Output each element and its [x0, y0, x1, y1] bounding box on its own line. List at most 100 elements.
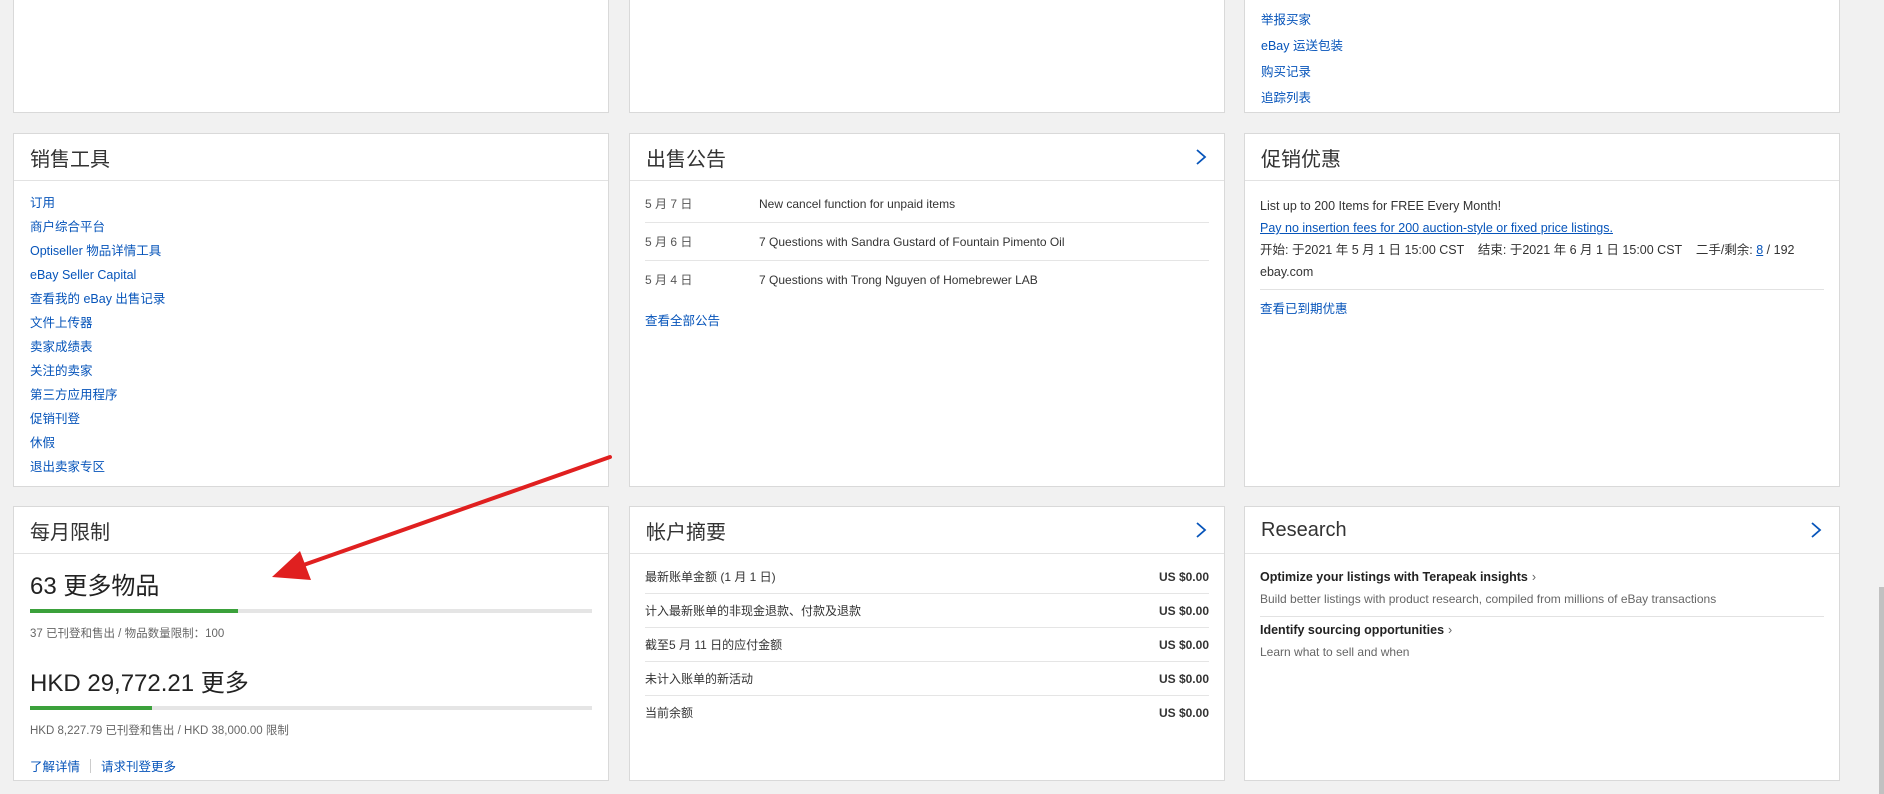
- announcement-row[interactable]: 5 月 6 日 7 Questions with Sandra Gustard …: [645, 223, 1209, 261]
- announcement-row[interactable]: 5 月 7 日 New cancel function for unpaid i…: [645, 185, 1209, 223]
- account-row-amount: US $0.00: [1158, 705, 1209, 720]
- chevron-right-icon: ›: [1448, 623, 1453, 637]
- monthly-limits-title: 每月限制: [30, 521, 110, 544]
- announcements-title: 出售公告: [646, 148, 726, 171]
- account-row: 当前余额 US $0.00: [645, 696, 1209, 729]
- announcement-text[interactable]: 7 Questions with Sandra Gustard of Fount…: [759, 235, 1065, 249]
- account-row-label: 截至5 月 11 日的应付金额: [645, 638, 783, 652]
- amount-progress-bar: [30, 706, 592, 710]
- account-row-label: 当前余额: [645, 706, 694, 720]
- card-header: 每月限制: [14, 507, 608, 554]
- account-row-amount: US $0.00: [1158, 569, 1209, 584]
- research-item-desc: Learn what to sell and when: [1260, 645, 1410, 659]
- tool-merchant-platform-link[interactable]: 商户综合平台: [30, 215, 592, 239]
- account-row-label: 未计入账单的新活动: [645, 672, 754, 686]
- scrollbar-thumb[interactable]: [1879, 587, 1884, 794]
- announcement-row[interactable]: 5 月 4 日 7 Questions with Trong Nguyen of…: [645, 261, 1209, 298]
- chevron-right-icon[interactable]: [1194, 148, 1208, 166]
- account-row: 计入最新账单的非现金退款、付款及退款 US $0.00: [645, 594, 1209, 628]
- selling-tools-title: 销售工具: [30, 148, 110, 171]
- card-header: 出售公告: [630, 134, 1224, 181]
- chevron-right-icon[interactable]: [1809, 521, 1823, 539]
- request-more-link[interactable]: 请求刊登更多: [101, 756, 176, 775]
- promotion-terms-link[interactable]: Pay no insertion fees for 200 auction-st…: [1260, 221, 1613, 235]
- view-expired-promotions-link[interactable]: 查看已到期优惠: [1260, 302, 1348, 316]
- tool-third-party-apps-link[interactable]: 第三方应用程序: [30, 383, 592, 407]
- ebay-shipping-supplies-link[interactable]: eBay 运送包装: [1261, 33, 1343, 59]
- research-item-heading[interactable]: Optimize your listings with Terapeak ins…: [1260, 570, 1528, 584]
- monthly-limits-card: 每月限制 63 更多物品 37 已刊登和售出 / 物品数量限制：100 HKD …: [13, 506, 609, 781]
- announcement-date: 5 月 4 日: [645, 273, 693, 287]
- remaining-items: 63 更多物品: [30, 573, 160, 600]
- research-list: Optimize your listings with Terapeak ins…: [1245, 554, 1839, 669]
- research-card: Research Optimize your listings with Ter…: [1244, 506, 1840, 781]
- divider: [1260, 289, 1824, 290]
- tool-promoted-listings-link[interactable]: 促销刊登: [30, 407, 592, 431]
- account-summary-card: 帐户摘要 最新账单金额 (1 月 1 日) US $0.00 计入最新账单的非现…: [629, 506, 1225, 781]
- report-buyer-link[interactable]: 举报买家: [1261, 7, 1343, 33]
- divider: [90, 758, 92, 773]
- promotion-period-text: 开始: 于2021 年 5 月 1 日 15:00 CST 结束: 于2021 …: [1260, 243, 1757, 257]
- account-summary-title: 帐户摘要: [646, 521, 726, 544]
- research-item[interactable]: Optimize your listings with Terapeak ins…: [1260, 564, 1824, 617]
- promotion-site: ebay.com: [1260, 265, 1314, 279]
- account-row-amount: US $0.00: [1158, 637, 1209, 652]
- tool-optiseller-link[interactable]: Optiseller 物品详情工具: [30, 239, 592, 263]
- limits-links: 了解详情 请求刊登更多: [30, 756, 592, 775]
- announcement-date: 5 月 6 日: [645, 235, 693, 249]
- chevron-right-icon: ›: [1531, 570, 1537, 584]
- top-left-card: [13, 0, 609, 113]
- top-right-card: 举报买家 eBay 运送包装 购买记录 追踪列表: [1244, 0, 1840, 113]
- watch-list-link[interactable]: 追踪列表: [1261, 85, 1343, 111]
- amount-note: HKD 8,227.79 已刊登和售出 / HKD 38,000.00 限制: [30, 725, 289, 737]
- limits-body: 63 更多物品 37 已刊登和售出 / 物品数量限制：100 HKD 29,77…: [14, 554, 608, 775]
- promotion-details: List up to 200 Items for FREE Every Mont…: [1245, 181, 1839, 317]
- account-row: 最新账单金额 (1 月 1 日) US $0.00: [645, 560, 1209, 594]
- research-item-desc: Build better listings with product resea…: [1260, 592, 1717, 606]
- amount-progress-fill: [30, 706, 152, 710]
- tool-selling-records-link[interactable]: 查看我的 eBay 出售记录: [30, 287, 592, 311]
- chevron-right-icon[interactable]: [1194, 521, 1208, 539]
- announcement-text[interactable]: New cancel function for unpaid items: [759, 197, 955, 211]
- card-header: 促销优惠: [1245, 134, 1839, 181]
- promotion-period: 开始: 于2021 年 5 月 1 日 15:00 CST 结束: 于2021 …: [1260, 239, 1824, 261]
- promotion-total: / 192: [1763, 243, 1795, 257]
- account-row-amount: US $0.00: [1158, 603, 1209, 618]
- tool-vacation-link[interactable]: 休假: [30, 431, 592, 455]
- announcement-text[interactable]: 7 Questions with Trong Nguyen of Homebre…: [759, 273, 1038, 287]
- announcement-date: 5 月 7 日: [645, 197, 693, 211]
- promotions-title: 促销优惠: [1261, 148, 1341, 171]
- card-header: 销售工具: [14, 134, 608, 181]
- card-header: 帐户摘要: [630, 507, 1224, 554]
- account-row-label: 最新账单金额 (1 月 1 日): [645, 570, 776, 584]
- account-row: 未计入账单的新活动 US $0.00: [645, 662, 1209, 696]
- tool-followed-sellers-link[interactable]: 关注的卖家: [30, 359, 592, 383]
- promotions-card: 促销优惠 List up to 200 Items for FREE Every…: [1244, 133, 1840, 487]
- view-all-announcements-link[interactable]: 查看全部公告: [645, 310, 1209, 329]
- tool-subscriptions-link[interactable]: 订用: [30, 191, 592, 215]
- remaining-amount: HKD 29,772.21 更多: [30, 670, 249, 697]
- account-row-amount: US $0.00: [1158, 671, 1209, 686]
- tool-seller-dashboard-link[interactable]: 卖家成绩表: [30, 335, 592, 359]
- research-item[interactable]: Identify sourcing opportunities › Learn w…: [1260, 617, 1824, 669]
- tool-file-uploader-link[interactable]: 文件上传器: [30, 311, 592, 335]
- promotion-headline: List up to 200 Items for FREE Every Mont…: [1260, 199, 1502, 213]
- learn-more-link[interactable]: 了解详情: [30, 756, 80, 775]
- top-middle-card: [629, 0, 1225, 113]
- announcements-card: 出售公告 5 月 7 日 New cancel function for unp…: [629, 133, 1225, 487]
- account-row-label: 计入最新账单的非现金退款、付款及退款: [645, 604, 862, 618]
- tool-seller-capital-link[interactable]: eBay Seller Capital: [30, 263, 592, 287]
- selling-tools-list: 订用 商户综合平台 Optiseller 物品详情工具 eBay Seller …: [14, 181, 608, 489]
- selling-tools-card: 销售工具 订用 商户综合平台 Optiseller 物品详情工具 eBay Se…: [13, 133, 609, 487]
- research-title: Research: [1261, 518, 1347, 541]
- card-header: Research: [1245, 507, 1839, 554]
- tool-exit-seller-hub-link[interactable]: 退出卖家专区: [30, 455, 592, 479]
- research-item-heading[interactable]: Identify sourcing opportunities: [1260, 623, 1444, 637]
- buyer-links: 举报买家 eBay 运送包装 购买记录 追踪列表: [1261, 7, 1343, 111]
- account-row: 截至5 月 11 日的应付金额 US $0.00: [645, 628, 1209, 662]
- account-summary-list: 最新账单金额 (1 月 1 日) US $0.00 计入最新账单的非现金退款、付…: [630, 554, 1224, 729]
- items-progress-fill: [30, 609, 238, 613]
- purchase-history-link[interactable]: 购买记录: [1261, 59, 1343, 85]
- items-note: 37 已刊登和售出 / 物品数量限制：100: [30, 628, 225, 640]
- announcement-list: 5 月 7 日 New cancel function for unpaid i…: [630, 181, 1224, 298]
